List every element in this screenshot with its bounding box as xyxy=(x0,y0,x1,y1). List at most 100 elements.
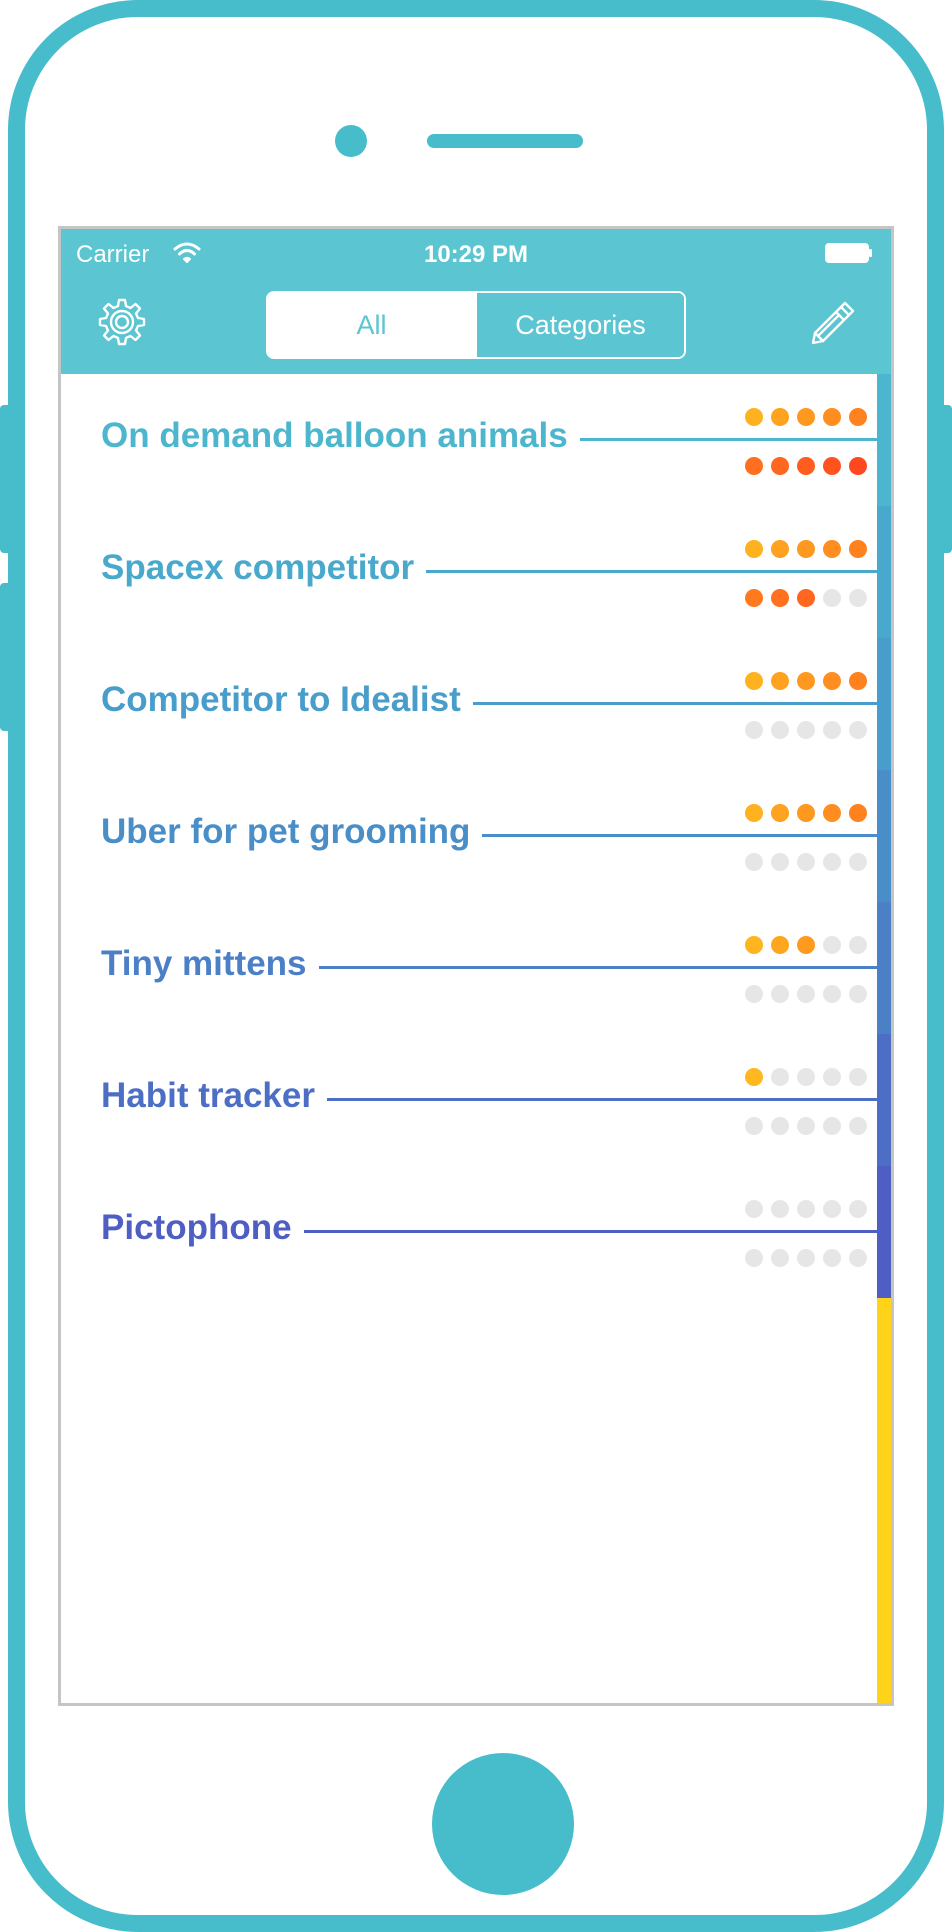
rating-dots-bottom xyxy=(745,1117,867,1135)
rating-dot xyxy=(745,457,763,475)
rating-dot xyxy=(771,1117,789,1135)
rating-dot xyxy=(745,936,763,954)
rating-dot xyxy=(771,804,789,822)
scroll-segment xyxy=(877,506,891,638)
idea-row[interactable]: Habit tracker xyxy=(61,1034,891,1166)
rating-dot xyxy=(745,540,763,558)
idea-row[interactable]: Pictophone xyxy=(61,1166,891,1298)
rating-dot xyxy=(771,936,789,954)
rating-dot xyxy=(771,853,789,871)
rating-dot xyxy=(797,1249,815,1267)
home-button[interactable] xyxy=(432,1753,574,1895)
battery-icon xyxy=(825,243,872,263)
idea-title: Pictophone xyxy=(101,1208,304,1248)
rating-dot xyxy=(771,985,789,1003)
rating-dot xyxy=(797,408,815,426)
rating-dots-bottom xyxy=(745,985,867,1003)
rating-dot xyxy=(797,540,815,558)
rating-dot xyxy=(849,936,867,954)
idea-row[interactable]: Uber for pet grooming xyxy=(61,770,891,902)
rating-dot xyxy=(849,589,867,607)
rating-dot xyxy=(849,853,867,871)
rating-dot xyxy=(849,721,867,739)
power-button xyxy=(940,405,952,553)
rating-dot xyxy=(797,672,815,690)
idea-title: Competitor to Idealist xyxy=(101,680,473,720)
rating-dot xyxy=(745,1068,763,1086)
scroll-segment xyxy=(877,638,891,770)
rating-dots-bottom xyxy=(745,853,867,871)
segment-all[interactable]: All xyxy=(268,293,475,357)
front-camera xyxy=(335,125,367,157)
segment-categories[interactable]: Categories xyxy=(475,293,684,357)
scroll-segment xyxy=(877,1166,891,1298)
rating-dot xyxy=(745,589,763,607)
idea-row[interactable]: On demand balloon animals xyxy=(61,374,891,506)
rating-dot xyxy=(771,1068,789,1086)
idea-list: On demand balloon animals Spacex competit… xyxy=(61,374,891,1703)
gear-icon[interactable] xyxy=(97,297,147,347)
rating-dot xyxy=(745,408,763,426)
pencil-icon[interactable] xyxy=(805,297,859,351)
rating-dot xyxy=(823,589,841,607)
rating-dots-top xyxy=(745,1200,867,1218)
rating-dot xyxy=(797,936,815,954)
rating-dot xyxy=(771,721,789,739)
rating-dot xyxy=(849,804,867,822)
navigation-bar: Carrier 10:29 PM All Categories xyxy=(61,229,891,374)
scroll-segment xyxy=(877,374,891,506)
rating-dot xyxy=(771,672,789,690)
rating-dot xyxy=(797,985,815,1003)
rating-dots-top xyxy=(745,672,867,690)
rating-dot xyxy=(849,540,867,558)
rating-dot xyxy=(849,1249,867,1267)
rating-dot xyxy=(823,408,841,426)
rating-dot xyxy=(797,1117,815,1135)
rating-dot xyxy=(823,853,841,871)
rating-dot xyxy=(771,540,789,558)
rating-dot xyxy=(797,721,815,739)
rating-dot xyxy=(823,936,841,954)
idea-title: Spacex competitor xyxy=(101,548,427,588)
rating-dots-top xyxy=(745,804,867,822)
rating-dot xyxy=(745,853,763,871)
rating-dot xyxy=(849,408,867,426)
scroll-segment xyxy=(877,770,891,902)
rating-dot xyxy=(771,589,789,607)
rating-dot xyxy=(849,985,867,1003)
rating-dot xyxy=(823,721,841,739)
status-bar: Carrier 10:29 PM xyxy=(61,229,891,275)
rating-dots-top xyxy=(745,540,867,558)
idea-row[interactable]: Spacex competitor xyxy=(61,506,891,638)
rating-dot xyxy=(823,985,841,1003)
rating-dot xyxy=(797,853,815,871)
volume-up-button xyxy=(0,405,12,553)
idea-title: Uber for pet grooming xyxy=(101,812,483,852)
rating-dot xyxy=(823,457,841,475)
idea-row[interactable]: Competitor to Idealist xyxy=(61,638,891,770)
scroll-segment xyxy=(877,1034,891,1166)
rating-dot xyxy=(823,540,841,558)
rating-dot xyxy=(823,672,841,690)
rating-dot xyxy=(797,804,815,822)
rating-dot xyxy=(823,1249,841,1267)
view-segmented-control: All Categories xyxy=(266,291,686,359)
rating-dot xyxy=(823,1117,841,1135)
rating-dot xyxy=(745,985,763,1003)
app-screen: Carrier 10:29 PM All Categories On deman… xyxy=(58,226,894,1706)
rating-dot xyxy=(771,1200,789,1218)
rating-dots-top xyxy=(745,1068,867,1086)
rating-dots-top xyxy=(745,408,867,426)
idea-row[interactable]: Tiny mittens xyxy=(61,902,891,1034)
rating-dot xyxy=(771,408,789,426)
rating-dot xyxy=(849,672,867,690)
rating-dot xyxy=(823,1068,841,1086)
rating-dot xyxy=(849,1117,867,1135)
rating-dot xyxy=(745,1249,763,1267)
rating-dot xyxy=(745,1200,763,1218)
rating-dot xyxy=(771,1249,789,1267)
rating-dot xyxy=(797,457,815,475)
idea-title: Tiny mittens xyxy=(101,944,319,984)
idea-title: Habit tracker xyxy=(101,1076,327,1116)
earpiece-speaker xyxy=(427,134,583,148)
